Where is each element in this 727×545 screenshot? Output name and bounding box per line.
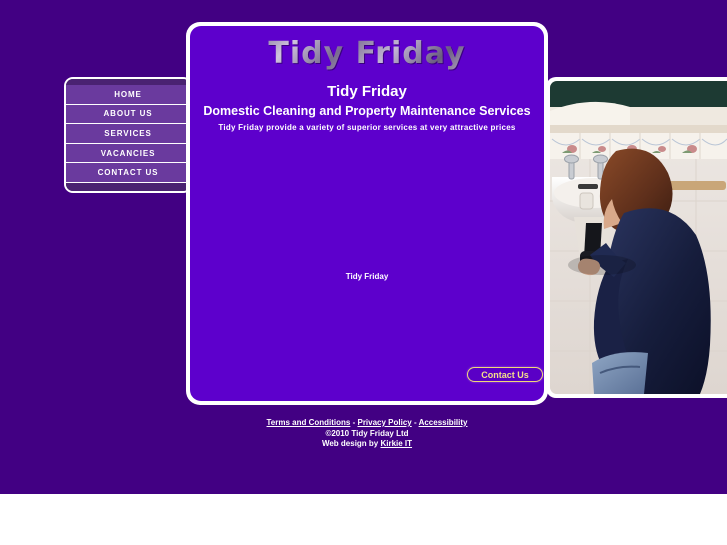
footer-link-terms[interactable]: Terms and Conditions xyxy=(267,418,351,427)
contact-us-button[interactable]: Contact Us xyxy=(467,367,543,382)
footer-link-accessibility[interactable]: Accessibility xyxy=(419,418,468,427)
sidebar-item-label: CONTACT US xyxy=(97,168,159,178)
sidebar-item-label: SERVICES xyxy=(104,128,152,138)
footer-copyright: ©2010 Tidy Friday Ltd xyxy=(325,428,409,438)
footer-credit-prefix: Web design by xyxy=(321,439,381,448)
main-content-inner: Tidy Friday Tidy Friday Domestic Cleanin… xyxy=(190,26,544,401)
sidebar-item-label: ABOUT US xyxy=(103,109,153,119)
hero-photo xyxy=(550,81,727,394)
sidebar-navigation: HOME ABOUT US SERVICES VACANCIES CONTACT… xyxy=(64,77,192,193)
sidebar-item-vacancies[interactable]: VACANCIES xyxy=(66,143,190,164)
sidebar-item-contact-us[interactable]: CONTACT US xyxy=(66,163,190,183)
footer-separator: - xyxy=(411,418,419,427)
body-note: Tidy Friday xyxy=(345,272,389,281)
page-title: Tidy Friday xyxy=(327,83,407,100)
footer-links: Terms and Conditions - Privacy Policy - … xyxy=(186,418,548,429)
footer-link-privacy[interactable]: Privacy Policy xyxy=(357,418,411,427)
sidebar-item-services[interactable]: SERVICES xyxy=(66,124,190,144)
footer-credit-link[interactable]: Kirkie IT xyxy=(380,439,412,448)
sidebar-item-about-us[interactable]: ABOUT US xyxy=(66,104,190,125)
footer-credit: Web design by Kirkie IT xyxy=(186,439,548,450)
sidebar-item-label: HOME xyxy=(114,89,142,99)
site-logo: Tidy Friday xyxy=(190,36,544,71)
footer: Terms and Conditions - Privacy Policy - … xyxy=(186,418,548,450)
main-content-panel: Tidy Friday Tidy Friday Domestic Cleanin… xyxy=(186,22,548,405)
contact-us-button-label: Contact Us xyxy=(481,369,529,380)
hero-photo-illustration xyxy=(550,81,727,394)
hero-photo-frame xyxy=(546,77,727,398)
page-root: HOME ABOUT US SERVICES VACANCIES CONTACT… xyxy=(0,0,727,545)
page-subtitle: Domestic Cleaning and Property Maintenan… xyxy=(203,104,531,118)
sidebar-item-home[interactable]: HOME xyxy=(66,85,190,105)
sidebar-item-label: VACANCIES xyxy=(100,148,156,158)
nav-inner: HOME ABOUT US SERVICES VACANCIES CONTACT… xyxy=(66,79,190,191)
page-tagline: Tidy Friday provide a variety of superio… xyxy=(218,123,516,132)
nav-bottom-cap xyxy=(66,182,190,191)
